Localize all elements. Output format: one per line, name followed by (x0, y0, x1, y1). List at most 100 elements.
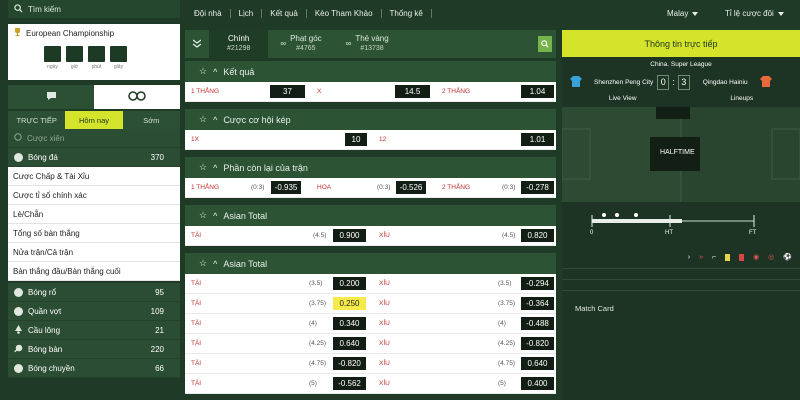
section-header-asian-total[interactable]: ☆ ^ Asian Total (185, 253, 556, 274)
sidebar-subitem[interactable]: Nửa trận/Cả trận (8, 243, 180, 262)
odds-button[interactable]: -0.820 (333, 357, 366, 370)
tab-yellow-cards[interactable]: ∞ Thẻ vàng #13738 (334, 34, 401, 54)
odds-button[interactable]: -0.935 (271, 181, 301, 194)
handicap-label: (4.5) (502, 232, 516, 239)
outcome-label: 1 THẮNG (191, 184, 220, 191)
quick-access (8, 85, 180, 109)
collapse-all-button[interactable] (185, 39, 209, 50)
goal-ball-icon[interactable]: ⚽ (783, 253, 792, 261)
sidebar-subitem[interactable]: Tổng số bàn thắng (8, 224, 180, 243)
nav-results[interactable]: Kết quả (262, 8, 307, 18)
nav-statistics[interactable]: Thống kê (382, 8, 432, 18)
arrow-icon[interactable]: › (688, 254, 690, 261)
live-info-header[interactable]: Thông tin trực tiếp (562, 30, 800, 57)
star-icon[interactable]: ☆ (199, 258, 207, 269)
language-select[interactable]: Malay (667, 9, 699, 18)
star-icon[interactable]: ☆ (199, 114, 207, 125)
odds-button[interactable]: -0.294 (521, 277, 554, 290)
sidebar-item-football[interactable]: Bóng đá 370 (8, 148, 180, 167)
odds-button[interactable]: -0.820 (521, 337, 554, 350)
odds-button[interactable]: -0.278 (521, 181, 554, 194)
odds-button[interactable]: -0.526 (396, 181, 426, 194)
chat-button[interactable] (8, 85, 94, 109)
handicap-label: (4.25) (498, 340, 515, 347)
penalty-icon[interactable]: ◉ (753, 253, 759, 261)
sidebar-subitem[interactable]: Cược Chấp & Tài Xỉu (8, 167, 180, 186)
odds-button[interactable]: 1.01 (521, 133, 554, 146)
sidebar-item-label: Quần vợt (28, 306, 62, 316)
odds-button[interactable]: -0.488 (521, 317, 554, 330)
search-markets-button[interactable] (538, 36, 552, 52)
timeline-graphic (591, 213, 755, 227)
countdown-label: giờ (70, 64, 79, 70)
away-score: 3 (677, 74, 690, 90)
missed-penalty-icon[interactable]: ◎ (768, 253, 774, 261)
yellow-card-icon[interactable] (725, 253, 731, 261)
corner-icon[interactable]: ⌐ (712, 254, 716, 261)
star-icon[interactable]: ☆ (199, 210, 207, 221)
sidebar-item-volleyball[interactable]: Bóng chuyền 66 (8, 359, 180, 378)
tab-lineups[interactable]: Lineups (730, 95, 753, 102)
tab-live-view[interactable]: Live View (609, 95, 637, 102)
star-icon[interactable]: ☆ (199, 66, 207, 77)
sidebar-subitem[interactable]: Lẻ/Chẵn (8, 205, 180, 224)
favorites-button[interactable] (94, 85, 180, 109)
odds-button[interactable]: 14.5 (395, 85, 430, 98)
odds-button[interactable]: 37 (270, 85, 305, 98)
sidebar-subitem[interactable]: Cược tỉ số chính xác (8, 186, 180, 205)
infinity-icon: ∞ (280, 39, 287, 48)
odds-button[interactable]: 0.640 (521, 357, 554, 370)
odds-button[interactable]: -0.364 (521, 297, 554, 310)
search-icon (541, 40, 549, 48)
tab-live[interactable]: TRỰC TIẾP (8, 111, 66, 129)
odds-button[interactable]: 0.200 (333, 277, 366, 290)
nav-reference-odds[interactable]: Kèo Tham Khảo (307, 8, 382, 18)
nav-schedule[interactable]: Lịch (231, 8, 263, 18)
red-card-icon[interactable] (739, 253, 745, 261)
section-header-double-chance[interactable]: ☆ ^ Cược cơ hội kép (185, 109, 556, 130)
league-name: China. Super League (650, 61, 712, 68)
odds-button[interactable]: 0.250 (333, 297, 366, 310)
tab-today[interactable]: Hôm nay (65, 111, 123, 129)
odds-button[interactable]: 0.340 (333, 317, 366, 330)
sidebar-item-basketball[interactable]: Bóng rổ 95 (8, 283, 180, 302)
match-status: HALFTIME (660, 149, 695, 156)
sidebar-subitem[interactable]: Bàn thắng đầu/Bàn thắng cuối (8, 262, 180, 281)
sidebar-item-table-tennis[interactable]: Bóng bàn 220 (8, 340, 180, 359)
odds-button[interactable]: 0.900 (333, 229, 366, 242)
section-header-rest-of-match[interactable]: ☆ ^ Phần còn lại của trận (185, 157, 556, 178)
double-arrow-icon[interactable]: » (699, 254, 703, 261)
handicap-label: (0:3) (502, 184, 516, 191)
home-score: 0 (657, 74, 670, 90)
odds-button[interactable]: 1.04 (521, 85, 554, 98)
shuttlecock-icon (14, 324, 23, 336)
odds-row: TÀI (4) 0.340 XỈU (4) -0.488 (185, 314, 556, 334)
sidebar-item-parlay[interactable]: Cược xiên (8, 129, 180, 148)
tab-corners[interactable]: ∞ Phạt góc #4765 (268, 34, 333, 54)
outcome-label: XỈU (379, 320, 390, 327)
tab-early[interactable]: Sớm (122, 111, 180, 129)
championship-countdown[interactable]: European Championship 00 ngày 00 giờ 00 phú… (8, 24, 180, 80)
section-header-result[interactable]: ☆ ^ Kết quả (185, 61, 556, 82)
outcome-label: TÀI (191, 360, 202, 367)
odds-button[interactable]: -0.562 (333, 377, 366, 390)
odds-button[interactable]: 10 (345, 133, 367, 146)
odds-button[interactable]: 0.640 (333, 337, 366, 350)
infinity-icon: ∞ (345, 39, 352, 48)
search-bar[interactable]: Tìm kiếm (8, 0, 180, 18)
tab-main[interactable]: Chính #21298 (209, 30, 269, 58)
odds-button[interactable]: 0.400 (521, 377, 554, 390)
search-input[interactable]: Tìm kiếm (28, 5, 61, 14)
sidebar-item-label: Bóng rổ (28, 287, 57, 297)
view-tabs: Live View Lineups (562, 95, 800, 102)
handicap-label: (4.75) (498, 360, 515, 367)
odds-format-select[interactable]: Tỉ lệ cược đôi (725, 9, 784, 18)
star-icon[interactable]: ☆ (199, 162, 207, 173)
section-header-asian-total[interactable]: ☆ ^ Asian Total (185, 205, 556, 226)
nav-home[interactable]: Đội nhà (185, 8, 231, 18)
basketball-icon (14, 287, 23, 297)
sidebar-item-tennis[interactable]: Quần vợt 109 (8, 302, 180, 321)
countdown-days: 00 (44, 46, 61, 62)
sidebar-item-badminton[interactable]: Cầu lông 21 (8, 321, 180, 340)
odds-button[interactable]: 0.820 (521, 229, 554, 242)
